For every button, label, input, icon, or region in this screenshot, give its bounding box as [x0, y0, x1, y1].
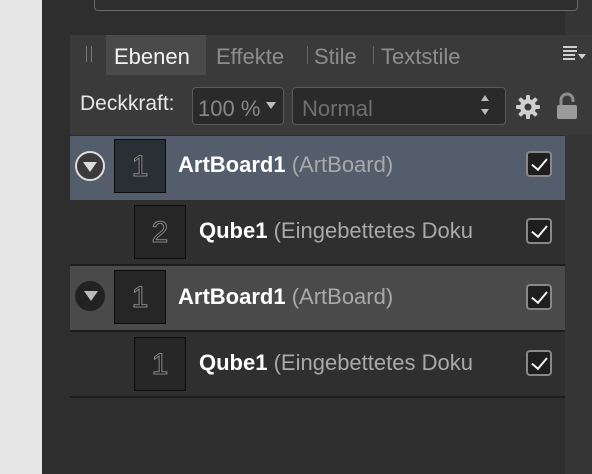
layer-name: ArtBoard1 [178, 152, 286, 177]
tab-separator [307, 46, 308, 64]
layer-type: (ArtBoard) [291, 152, 394, 177]
disclosure-triangle-icon[interactable] [75, 281, 105, 311]
layer-name: Qube1 [199, 350, 268, 375]
upper-panel-edge [94, 0, 578, 11]
layer-type: (Eingebettetes Doku [273, 350, 473, 375]
layer-label: ArtBoard1 (ArtBoard) [178, 152, 393, 178]
layer-thumbnail: 1 [134, 337, 186, 391]
tab-ebenen[interactable]: Ebenen [106, 35, 206, 75]
tab-effekte[interactable]: Effekte [216, 35, 284, 75]
visibility-checkbox[interactable] [526, 350, 552, 376]
layer-type: (ArtBoard) [291, 284, 394, 309]
visibility-checkbox[interactable] [526, 284, 552, 310]
layer-thumbnail: 1 [114, 270, 166, 324]
chevron-down-icon[interactable] [266, 102, 276, 109]
layer-label: Qube1 (Eingebettetes Doku [199, 218, 473, 244]
layer-thumbnail: 2 [134, 205, 186, 259]
tab-textstile[interactable]: Textstile [381, 35, 460, 75]
gear-icon[interactable] [516, 95, 540, 119]
layer-type: (Eingebettetes Doku [273, 218, 473, 243]
opacity-label: Deckkraft: [80, 92, 175, 115]
visibility-checkbox[interactable] [526, 151, 552, 177]
tab-separator [373, 46, 374, 64]
stepper-icon[interactable] [480, 95, 492, 117]
layer-label: ArtBoard1 (ArtBoard) [178, 284, 393, 310]
left-gutter [0, 0, 42, 474]
visibility-checkbox[interactable] [526, 218, 552, 244]
blend-mode-value: Normal [302, 96, 373, 121]
layer-name: Qube1 [199, 218, 268, 243]
layer-name: ArtBoard1 [178, 284, 286, 309]
panel-menu-icon[interactable] [563, 46, 586, 62]
lock-icon[interactable] [555, 92, 579, 120]
layer-thumbnail: 1 [114, 139, 166, 193]
layer-label: Qube1 (Eingebettetes Doku [199, 350, 473, 376]
tab-stile[interactable]: Stile [314, 35, 357, 75]
panel-drag-handle[interactable] [86, 46, 92, 62]
opacity-value: 100 % [198, 96, 261, 121]
disclosure-triangle-icon[interactable] [75, 151, 105, 181]
